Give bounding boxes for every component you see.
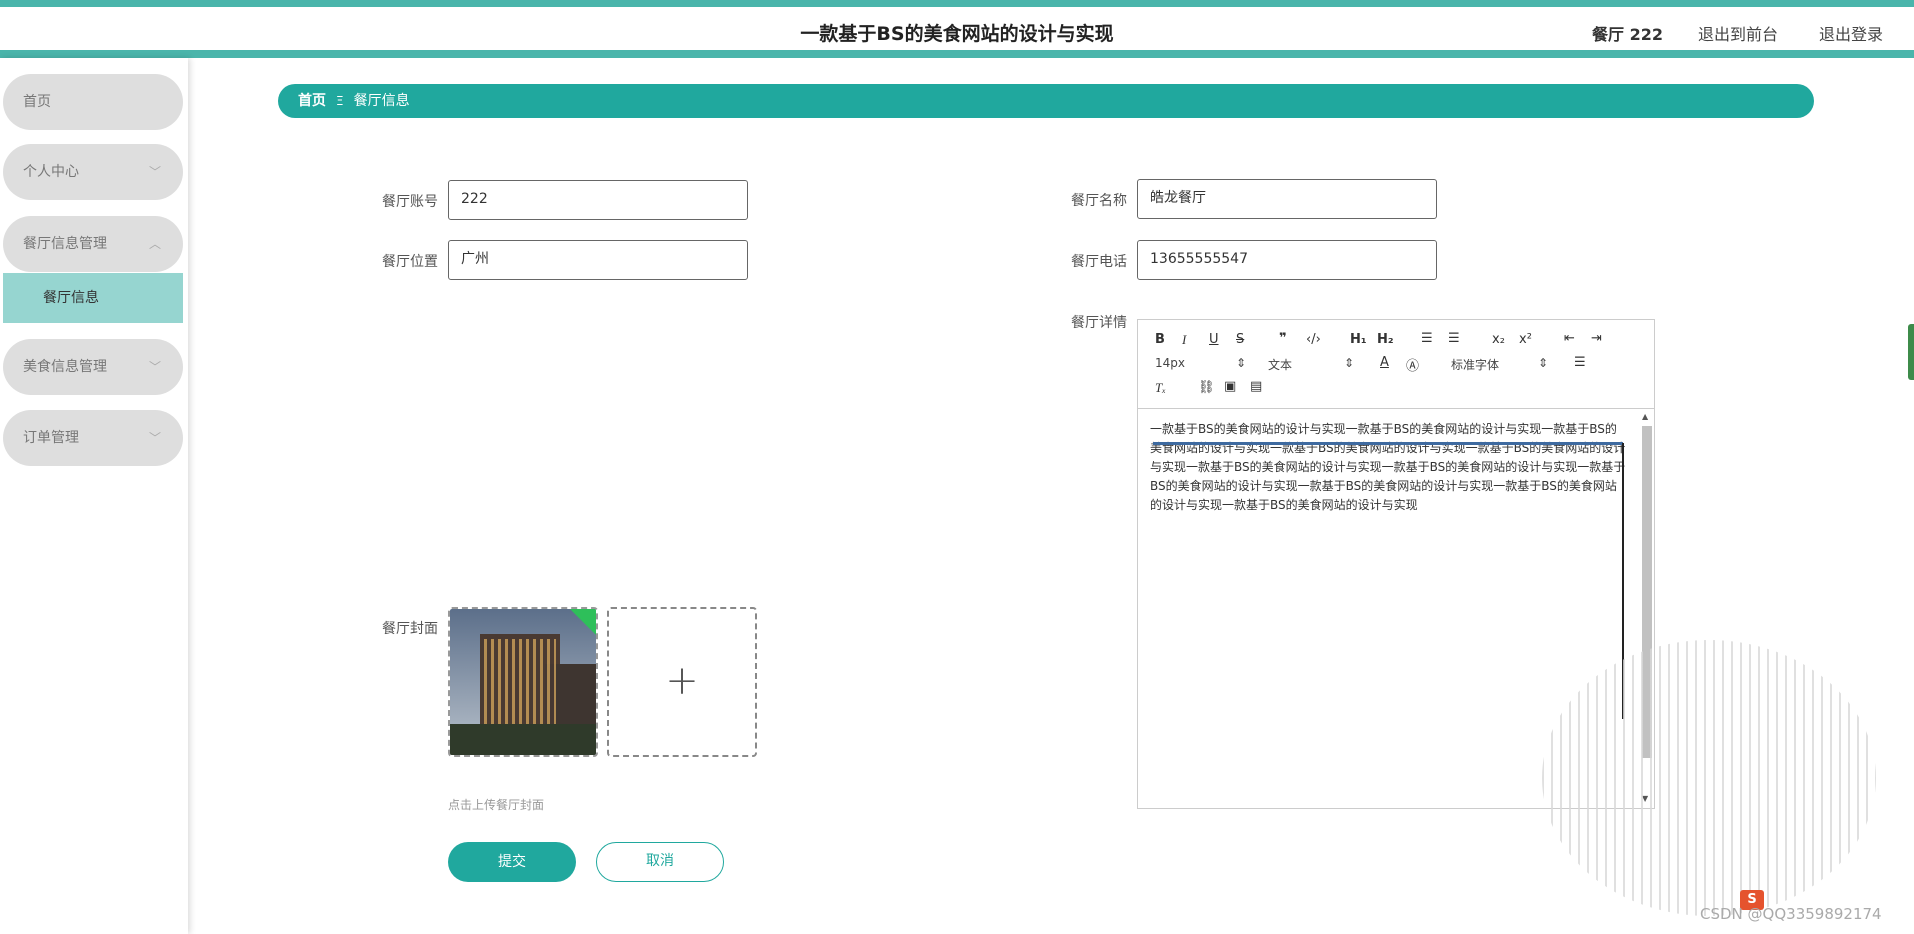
background-color-icon[interactable]: Ⓐ (1406, 355, 1419, 374)
account-input[interactable]: 222 (448, 180, 748, 220)
submit-button[interactable]: 提交 (448, 842, 576, 882)
sidebar-item-label: 首页 (23, 94, 51, 110)
font-family-chevron-icon: ⇕ (1538, 356, 1549, 370)
sidebar-item-label: 美食信息管理 (23, 359, 107, 375)
chevron-down-icon: ﹀ (148, 431, 161, 445)
text-type-select[interactable]: 文本 (1268, 356, 1292, 373)
top-stripe (0, 0, 1914, 7)
sidebar: 首页 个人中心 ﹀ 餐厅信息管理 ︿ 餐厅信息 美食信息管理 ﹀ 订单管理 ﹀ (0, 58, 188, 934)
cancel-button[interactable]: 取消 (596, 842, 724, 882)
decorative-circle (1542, 640, 1876, 916)
chevron-up-icon: ︿ (148, 237, 161, 251)
current-user: 餐厅 222 (1592, 25, 1663, 44)
italic-icon[interactable]: I (1182, 332, 1186, 348)
image-icon[interactable]: ▣ (1224, 379, 1236, 394)
breadcrumb-home[interactable]: 首页 (298, 93, 326, 109)
bold-icon[interactable]: B (1155, 332, 1165, 347)
bullet-list-icon[interactable]: ☰ (1448, 331, 1460, 346)
sidebar-item-food-management[interactable]: 美食信息管理 ﹀ (3, 339, 183, 395)
font-size-chevron-icon: ⇕ (1236, 356, 1247, 370)
scroll-up-icon[interactable]: ▲ (1642, 412, 1648, 421)
exit-to-front-link[interactable]: 退出到前台 (1698, 21, 1778, 45)
location-input[interactable]: 广州 (448, 240, 748, 280)
indent-icon[interactable]: ⇥ (1591, 331, 1602, 346)
cover-label: 餐厅封面 (382, 621, 438, 637)
heading1-icon[interactable]: H₁ (1350, 332, 1367, 347)
location-label: 餐厅位置 (382, 254, 438, 270)
header-stripe (0, 50, 1914, 58)
outdent-icon[interactable]: ⇤ (1564, 331, 1575, 346)
phone-label: 餐厅电话 (1071, 254, 1127, 270)
upload-cover-button[interactable]: + (607, 607, 757, 757)
text-type-chevron-icon: ⇕ (1344, 356, 1355, 370)
sidebar-item-order-management[interactable]: 订单管理 ﹀ (3, 410, 183, 466)
detail-label: 餐厅详情 (1071, 315, 1127, 331)
name-label: 餐厅名称 (1071, 193, 1127, 209)
ordered-list-icon[interactable]: ☰ (1421, 331, 1433, 346)
align-icon[interactable]: ☰ (1574, 355, 1586, 370)
header: 一款基于BS的美食网站的设计与实现 餐厅 222 退出到前台 退出登录 (0, 7, 1914, 55)
breadcrumb: 首页 Ξ 餐厅信息 (278, 84, 1814, 118)
superscript-icon[interactable]: x² (1519, 332, 1532, 347)
sidebar-item-label: 订单管理 (23, 430, 79, 446)
code-icon[interactable]: ‹/› (1306, 332, 1321, 347)
plus-icon: + (665, 658, 699, 704)
phone-input[interactable]: 13655555547 (1137, 240, 1437, 280)
font-family-select[interactable]: 标准字体 (1451, 356, 1499, 373)
video-icon[interactable]: ▤ (1250, 379, 1262, 394)
sidebar-subitem-restaurant-info[interactable]: 餐厅信息 (3, 273, 183, 323)
chevron-down-icon: ﹀ (148, 360, 161, 374)
font-size-select[interactable]: 14px (1155, 356, 1185, 370)
subscript-icon[interactable]: x₂ (1492, 332, 1505, 347)
breadcrumb-separator: Ξ (336, 94, 344, 108)
clear-format-icon[interactable]: Tₓ (1155, 380, 1166, 396)
sidebar-item-label: 个人中心 (23, 164, 79, 180)
sidebar-item-personal-center[interactable]: 个人中心 ﹀ (3, 144, 183, 200)
cover-hint: 点击上传餐厅封面 (448, 798, 545, 812)
sidebar-item-restaurant-management[interactable]: 餐厅信息管理 ︿ (3, 216, 183, 272)
side-handle[interactable] (1908, 324, 1914, 380)
sidebar-item-label: 餐厅信息 (43, 290, 99, 306)
chevron-down-icon: ﹀ (148, 165, 161, 179)
editor-selection-line (1153, 442, 1623, 445)
blockquote-icon[interactable]: ❞ (1279, 331, 1287, 346)
breadcrumb-current: 餐厅信息 (353, 93, 410, 109)
link-icon[interactable]: ⛓ (1198, 380, 1215, 395)
watermark: CSDN @QQ3359892174 (1700, 905, 1882, 923)
font-color-icon[interactable]: A (1380, 355, 1389, 370)
account-label: 餐厅账号 (382, 194, 438, 210)
cover-image[interactable] (448, 607, 598, 757)
logout-link[interactable]: 退出登录 (1819, 21, 1883, 45)
name-input[interactable]: 皓龙餐厅 (1137, 179, 1437, 219)
underline-icon[interactable]: U (1209, 332, 1219, 347)
editor-toolbar: B I U S ❞ ‹/› H₁ H₂ ☰ ☰ x₂ x² ⇤ ⇥ 14px ⇕… (1138, 320, 1654, 409)
heading2-icon[interactable]: H₂ (1377, 332, 1394, 347)
sidebar-item-home[interactable]: 首页 (3, 74, 183, 130)
sidebar-item-label: 餐厅信息管理 (23, 236, 107, 252)
upload-success-icon (570, 609, 596, 635)
strikethrough-icon[interactable]: S (1236, 332, 1244, 347)
